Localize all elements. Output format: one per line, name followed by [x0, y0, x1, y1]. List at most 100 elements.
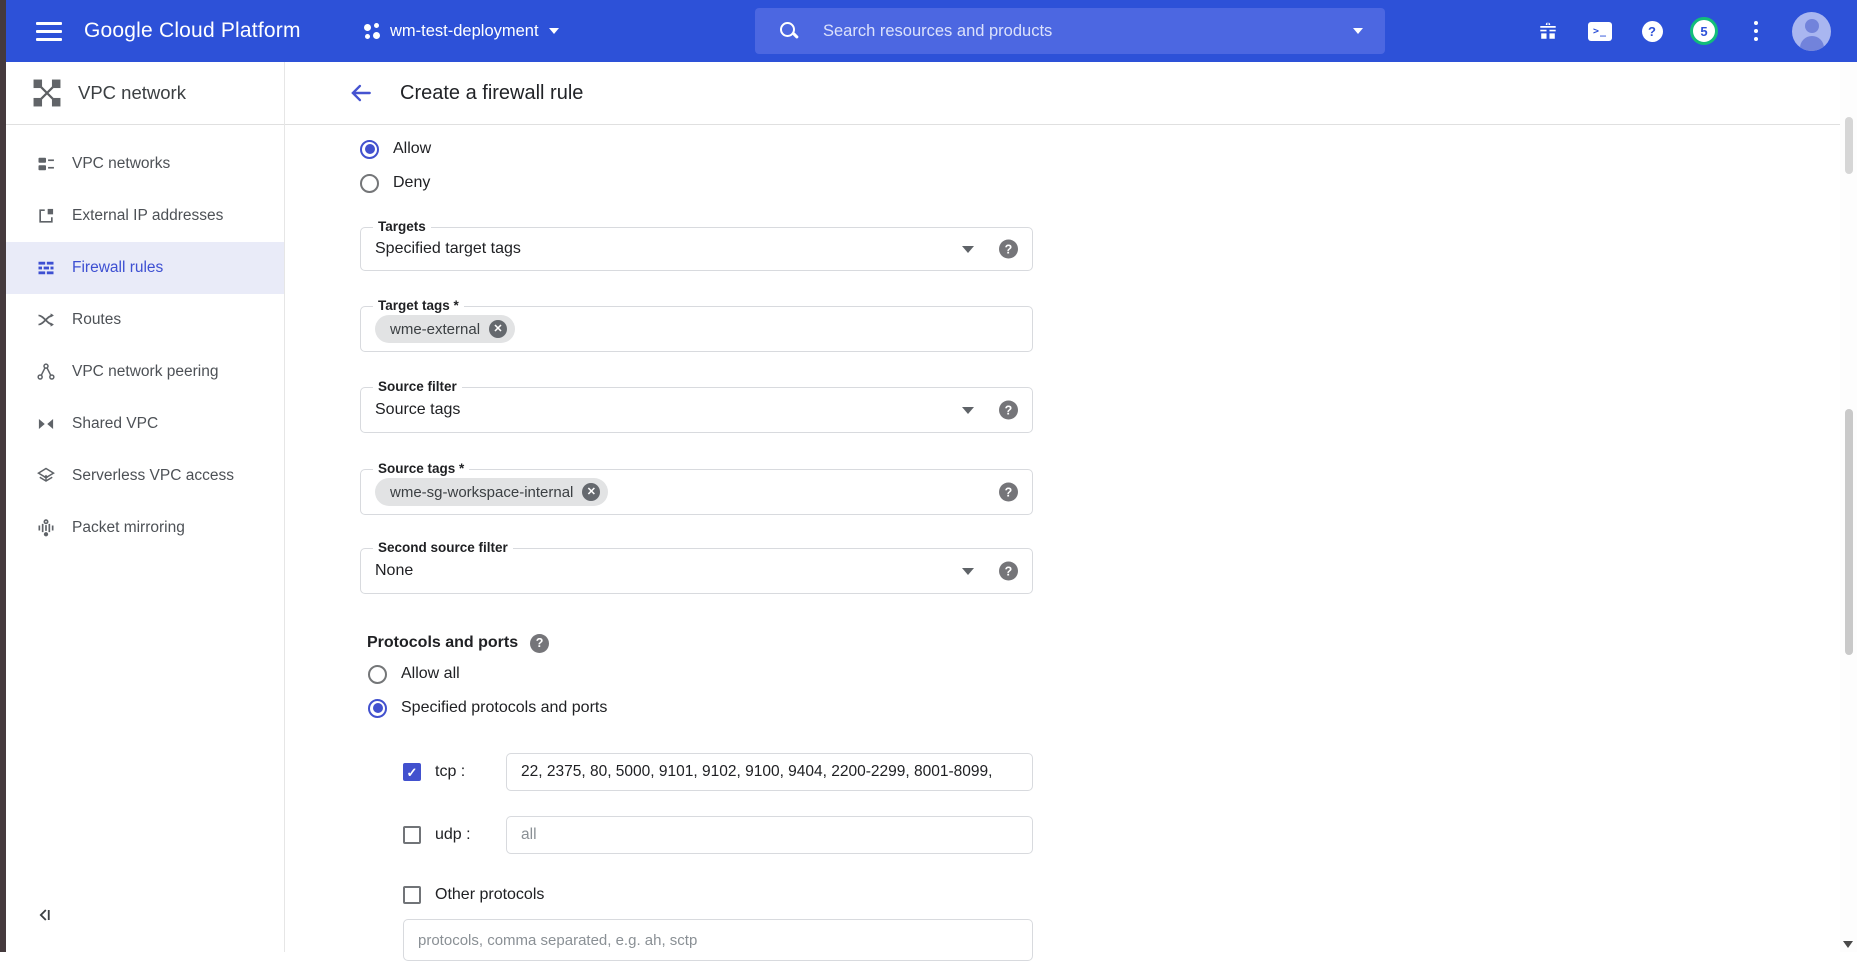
sidebar: VPC network VPC networks External IP add…	[6, 62, 285, 952]
action-deny-option[interactable]: Deny	[360, 171, 1033, 195]
source-filter-help-icon[interactable]: ?	[999, 401, 1018, 420]
sidebar-item-packet-mirroring[interactable]: Packet mirroring	[6, 502, 284, 554]
sidebar-item-label: Serverless VPC access	[72, 467, 234, 485]
targets-help-icon[interactable]: ?	[999, 240, 1018, 259]
source-filter-value: Source tags	[375, 401, 460, 419]
allow-all-option[interactable]: Allow all	[368, 662, 1033, 686]
sidebar-item-serverless-vpc-access[interactable]: Serverless VPC access	[6, 450, 284, 502]
shared-vpc-icon	[36, 414, 56, 434]
dropdown-arrow-icon[interactable]	[962, 246, 974, 253]
gift-icon[interactable]	[1522, 20, 1574, 42]
menu-icon[interactable]	[36, 19, 64, 43]
scrollbar-thumb[interactable]	[1845, 117, 1853, 174]
packet-mirroring-icon	[36, 518, 56, 538]
sidebar-product-header: VPC network	[6, 62, 284, 125]
search-icon	[779, 21, 799, 41]
radio-deny[interactable]	[360, 174, 379, 193]
source-filter-label: Source filter	[373, 379, 462, 394]
remove-chip-icon[interactable]: ✕	[489, 320, 507, 338]
vpc-network-product-icon	[30, 76, 64, 110]
notifications-badge[interactable]: 5	[1678, 17, 1730, 45]
remove-chip-icon[interactable]: ✕	[582, 483, 600, 501]
target-tag-chip: wme-external ✕	[375, 315, 515, 343]
source-tags-field[interactable]: Source tags * wme-sg-workspace-internal …	[360, 469, 1033, 515]
dropdown-arrow-icon[interactable]	[962, 407, 974, 414]
back-arrow-icon[interactable]	[346, 78, 376, 108]
firewall-form: Allow Deny Targets Specified target tags…	[360, 124, 1033, 961]
sidebar-item-label: VPC networks	[72, 155, 170, 173]
more-vert-icon[interactable]	[1730, 21, 1782, 42]
search-bar[interactable]	[755, 8, 1385, 54]
page-title: Create a firewall rule	[400, 82, 583, 105]
firewall-rules-icon	[36, 258, 56, 278]
serverless-vpc-icon	[36, 466, 56, 486]
search-dropdown-icon[interactable]	[1353, 28, 1363, 34]
radio-allow[interactable]	[360, 140, 379, 159]
second-source-filter-label: Second source filter	[373, 540, 513, 555]
action-allow-option[interactable]: Allow	[360, 137, 1033, 161]
tcp-ports-input[interactable]	[506, 753, 1033, 791]
chevron-down-icon	[549, 28, 559, 34]
window-edge	[0, 0, 6, 952]
udp-row: udp :	[360, 816, 1033, 854]
routes-icon	[36, 310, 56, 330]
radio-specified-protocols[interactable]	[368, 699, 387, 718]
other-protocols-checkbox[interactable]	[403, 886, 421, 904]
targets-select[interactable]: Targets Specified target tags ?	[360, 227, 1033, 271]
targets-value: Specified target tags	[375, 240, 521, 258]
tcp-row: tcp :	[360, 753, 1033, 791]
source-filter-select[interactable]: Source filter Source tags ?	[360, 387, 1033, 433]
source-tag-chip: wme-sg-workspace-internal ✕	[375, 478, 608, 506]
udp-ports-input[interactable]	[506, 816, 1033, 854]
page-header: Create a firewall rule	[284, 62, 1857, 125]
source-tags-help-icon[interactable]: ?	[999, 483, 1018, 502]
appbar: Google Cloud Platform wm-test-deployment…	[6, 0, 1857, 62]
brand-logo[interactable]: Google Cloud Platform	[84, 0, 301, 62]
second-source-filter-value: None	[375, 562, 413, 580]
source-tags-label: Source tags *	[373, 461, 469, 476]
peering-icon	[36, 362, 56, 382]
tcp-checkbox[interactable]	[403, 763, 421, 781]
other-protocols-row: Other protocols	[360, 883, 1033, 907]
avatar[interactable]	[1792, 12, 1831, 51]
other-protocols-input[interactable]	[403, 919, 1033, 961]
sidebar-item-label: Packet mirroring	[72, 519, 185, 537]
sidebar-item-firewall-rules[interactable]: Firewall rules	[6, 242, 284, 294]
sidebar-item-label: Shared VPC	[72, 415, 158, 433]
second-source-filter-help-icon[interactable]: ?	[999, 562, 1018, 581]
target-tags-label: Target tags *	[373, 298, 464, 313]
project-icon	[364, 23, 380, 39]
product-title: VPC network	[78, 82, 186, 104]
main-panel: Create a firewall rule Allow Deny Target…	[284, 62, 1857, 952]
sidebar-item-external-ip-addresses[interactable]: External IP addresses	[6, 190, 284, 242]
tcp-label: tcp :	[435, 763, 506, 781]
dropdown-arrow-icon[interactable]	[962, 568, 974, 575]
sidebar-item-label: Firewall rules	[72, 259, 163, 277]
protocols-help-icon[interactable]: ?	[530, 634, 549, 653]
vertical-scrollbar[interactable]	[1840, 62, 1857, 952]
second-source-filter-select[interactable]: Second source filter None ?	[360, 548, 1033, 594]
project-selector[interactable]: wm-test-deployment	[364, 0, 559, 62]
udp-label: udp :	[435, 826, 506, 844]
targets-label: Targets	[373, 219, 431, 234]
external-ip-icon	[36, 206, 56, 226]
collapse-sidebar-icon[interactable]	[30, 900, 60, 930]
sidebar-item-vpc-networks[interactable]: VPC networks	[6, 138, 284, 190]
sidebar-item-label: External IP addresses	[72, 207, 223, 225]
sidebar-item-label: VPC network peering	[72, 363, 218, 381]
radio-allow-all[interactable]	[368, 665, 387, 684]
udp-checkbox[interactable]	[403, 826, 421, 844]
sidebar-item-shared-vpc[interactable]: Shared VPC	[6, 398, 284, 450]
cloud-shell-icon[interactable]: >_	[1574, 22, 1626, 41]
help-icon[interactable]: ?	[1626, 21, 1678, 42]
protocols-ports-heading: Protocols and ports ?	[367, 632, 1033, 654]
sidebar-item-routes[interactable]: Routes	[6, 294, 284, 346]
specified-protocols-option[interactable]: Specified protocols and ports	[368, 696, 1033, 720]
target-tags-field[interactable]: Target tags * wme-external ✕	[360, 306, 1033, 352]
scroll-down-icon[interactable]	[1843, 941, 1853, 948]
vpc-networks-icon	[36, 154, 56, 174]
scrollbar-thumb[interactable]	[1845, 409, 1853, 655]
project-name: wm-test-deployment	[390, 22, 539, 41]
search-input[interactable]	[821, 21, 1353, 42]
sidebar-item-vpc-network-peering[interactable]: VPC network peering	[6, 346, 284, 398]
